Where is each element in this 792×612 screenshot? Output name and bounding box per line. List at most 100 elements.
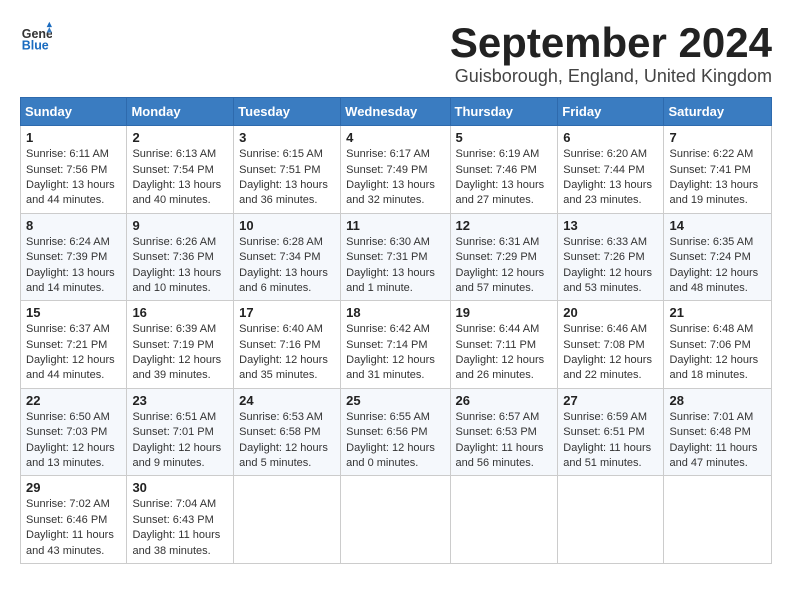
day-number: 9 — [132, 218, 228, 233]
day-info: Sunrise: 6:30 AM Sunset: 7:31 PM Dayligh… — [346, 235, 444, 297]
calendar-cell — [558, 476, 664, 564]
day-info: Sunrise: 6:42 AM Sunset: 7:14 PM Dayligh… — [346, 322, 444, 384]
day-info: Sunrise: 6:22 AM Sunset: 7:41 PM Dayligh… — [669, 147, 766, 209]
header: General Blue September 2024 Guisborough,… — [20, 20, 772, 87]
day-info: Sunrise: 6:33 AM Sunset: 7:26 PM Dayligh… — [563, 235, 658, 297]
logo: General Blue — [20, 20, 52, 52]
calendar-cell: 14 Sunrise: 6:35 AM Sunset: 7:24 PM Dayli… — [664, 213, 772, 301]
calendar-week-2: 8 Sunrise: 6:24 AM Sunset: 7:39 PM Daylig… — [21, 213, 772, 301]
calendar-cell: 4Sunrise: 6:17 AM Sunset: 7:49 PM Daylig… — [341, 126, 450, 214]
day-info: Sunrise: 6:13 AM Sunset: 7:54 PM Dayligh… — [132, 147, 228, 209]
calendar-cell: 15 Sunrise: 6:37 AM Sunset: 7:21 PM Dayli… — [21, 301, 127, 389]
day-info: Sunrise: 6:26 AM Sunset: 7:36 PM Dayligh… — [132, 235, 228, 297]
calendar-week-5: 29 Sunrise: 7:02 AM Sunset: 6:46 PM Dayli… — [21, 476, 772, 564]
day-number: 14 — [669, 218, 766, 233]
day-number: 8 — [26, 218, 121, 233]
day-info: Sunrise: 6:39 AM Sunset: 7:19 PM Dayligh… — [132, 322, 228, 384]
calendar-cell: 3 Sunrise: 6:15 AM Sunset: 7:51 PM Daylig… — [234, 126, 341, 214]
calendar-week-4: 22 Sunrise: 6:50 AM Sunset: 7:03 PM Dayli… — [21, 388, 772, 476]
calendar-cell: 18 Sunrise: 6:42 AM Sunset: 7:14 PM Dayli… — [341, 301, 450, 389]
calendar-cell: 16 Sunrise: 6:39 AM Sunset: 7:19 PM Dayli… — [127, 301, 234, 389]
calendar-cell: 7 Sunrise: 6:22 AM Sunset: 7:41 PM Daylig… — [664, 126, 772, 214]
calendar-cell: 6Sunrise: 6:20 AM Sunset: 7:44 PM Daylig… — [558, 126, 664, 214]
weekday-saturday: Saturday — [664, 98, 772, 126]
day-info: Sunrise: 6:35 AM Sunset: 7:24 PM Dayligh… — [669, 235, 766, 297]
day-number: 6 — [563, 130, 658, 145]
day-number: 26 — [456, 393, 553, 408]
weekday-header-row: SundayMondayTuesdayWednesdayThursdayFrid… — [21, 98, 772, 126]
day-number: 17 — [239, 305, 335, 320]
day-number: 1 — [26, 130, 121, 145]
calendar-cell: 8 Sunrise: 6:24 AM Sunset: 7:39 PM Daylig… — [21, 213, 127, 301]
calendar-cell — [341, 476, 450, 564]
calendar-week-3: 15 Sunrise: 6:37 AM Sunset: 7:21 PM Dayli… — [21, 301, 772, 389]
day-info: Sunrise: 6:24 AM Sunset: 7:39 PM Dayligh… — [26, 235, 121, 297]
day-info: Sunrise: 6:50 AM Sunset: 7:03 PM Dayligh… — [26, 410, 121, 472]
day-number: 28 — [669, 393, 766, 408]
day-number: 5 — [456, 130, 553, 145]
day-info: Sunrise: 6:46 AM Sunset: 7:08 PM Dayligh… — [563, 322, 658, 384]
svg-text:Blue: Blue — [22, 38, 49, 52]
day-info: Sunrise: 7:04 AM Sunset: 6:43 PM Dayligh… — [132, 497, 228, 559]
location-subtitle: Guisborough, England, United Kingdom — [450, 66, 772, 87]
calendar-cell: 25Sunrise: 6:55 AM Sunset: 6:56 PM Dayli… — [341, 388, 450, 476]
calendar-cell: 2 Sunrise: 6:13 AM Sunset: 7:54 PM Daylig… — [127, 126, 234, 214]
day-number: 20 — [563, 305, 658, 320]
calendar-week-1: 1 Sunrise: 6:11 AM Sunset: 7:56 PM Daylig… — [21, 126, 772, 214]
day-number: 13 — [563, 218, 658, 233]
day-number: 21 — [669, 305, 766, 320]
calendar-cell: 27 Sunrise: 6:59 AM Sunset: 6:51 PM Dayli… — [558, 388, 664, 476]
calendar-cell: 9 Sunrise: 6:26 AM Sunset: 7:36 PM Daylig… — [127, 213, 234, 301]
day-number: 15 — [26, 305, 121, 320]
calendar-cell: 17 Sunrise: 6:40 AM Sunset: 7:16 PM Dayli… — [234, 301, 341, 389]
weekday-thursday: Thursday — [450, 98, 558, 126]
calendar-cell: 21 Sunrise: 6:48 AM Sunset: 7:06 PM Dayli… — [664, 301, 772, 389]
calendar-cell: 19 Sunrise: 6:44 AM Sunset: 7:11 PM Dayli… — [450, 301, 558, 389]
calendar-cell: 12 Sunrise: 6:31 AM Sunset: 7:29 PM Dayli… — [450, 213, 558, 301]
calendar-cell — [234, 476, 341, 564]
calendar-cell: 20 Sunrise: 6:46 AM Sunset: 7:08 PM Dayli… — [558, 301, 664, 389]
day-number: 23 — [132, 393, 228, 408]
day-number: 3 — [239, 130, 335, 145]
calendar-cell: 29 Sunrise: 7:02 AM Sunset: 6:46 PM Dayli… — [21, 476, 127, 564]
calendar-cell — [664, 476, 772, 564]
calendar-cell: 23 Sunrise: 6:51 AM Sunset: 7:01 PM Dayli… — [127, 388, 234, 476]
day-number: 18 — [346, 305, 444, 320]
weekday-friday: Friday — [558, 98, 664, 126]
day-info: Sunrise: 6:11 AM Sunset: 7:56 PM Dayligh… — [26, 147, 121, 209]
calendar-cell: 11 Sunrise: 6:30 AM Sunset: 7:31 PM Dayli… — [341, 213, 450, 301]
day-number: 30 — [132, 480, 228, 495]
title-area: September 2024 Guisborough, England, Uni… — [450, 20, 772, 87]
weekday-tuesday: Tuesday — [234, 98, 341, 126]
day-number: 29 — [26, 480, 121, 495]
calendar-cell — [450, 476, 558, 564]
day-number: 7 — [669, 130, 766, 145]
day-info: Sunrise: 6:40 AM Sunset: 7:16 PM Dayligh… — [239, 322, 335, 384]
day-info: Sunrise: 6:15 AM Sunset: 7:51 PM Dayligh… — [239, 147, 335, 209]
calendar-cell: 13 Sunrise: 6:33 AM Sunset: 7:26 PM Dayli… — [558, 213, 664, 301]
day-number: 22 — [26, 393, 121, 408]
day-number: 24 — [239, 393, 335, 408]
calendar-cell: 10Sunrise: 6:28 AM Sunset: 7:34 PM Dayli… — [234, 213, 341, 301]
calendar-cell: 22 Sunrise: 6:50 AM Sunset: 7:03 PM Dayli… — [21, 388, 127, 476]
day-info: Sunrise: 6:48 AM Sunset: 7:06 PM Dayligh… — [669, 322, 766, 384]
day-number: 2 — [132, 130, 228, 145]
day-info: Sunrise: 6:37 AM Sunset: 7:21 PM Dayligh… — [26, 322, 121, 384]
day-number: 19 — [456, 305, 553, 320]
day-info: Sunrise: 6:59 AM Sunset: 6:51 PM Dayligh… — [563, 410, 658, 472]
day-info: Sunrise: 6:57 AM Sunset: 6:53 PM Dayligh… — [456, 410, 553, 472]
logo-icon: General Blue — [20, 20, 52, 52]
day-info: Sunrise: 6:44 AM Sunset: 7:11 PM Dayligh… — [456, 322, 553, 384]
day-info: Sunrise: 6:51 AM Sunset: 7:01 PM Dayligh… — [132, 410, 228, 472]
day-number: 10 — [239, 218, 335, 233]
day-info: Sunrise: 6:31 AM Sunset: 7:29 PM Dayligh… — [456, 235, 553, 297]
day-info: Sunrise: 6:17 AM Sunset: 7:49 PM Dayligh… — [346, 147, 444, 209]
day-number: 16 — [132, 305, 228, 320]
calendar-cell: 26 Sunrise: 6:57 AM Sunset: 6:53 PM Dayli… — [450, 388, 558, 476]
day-number: 27 — [563, 393, 658, 408]
calendar-cell: 5Sunrise: 6:19 AM Sunset: 7:46 PM Daylig… — [450, 126, 558, 214]
day-info: Sunrise: 7:02 AM Sunset: 6:46 PM Dayligh… — [26, 497, 121, 559]
month-title: September 2024 — [450, 20, 772, 66]
day-number: 12 — [456, 218, 553, 233]
day-number: 11 — [346, 218, 444, 233]
